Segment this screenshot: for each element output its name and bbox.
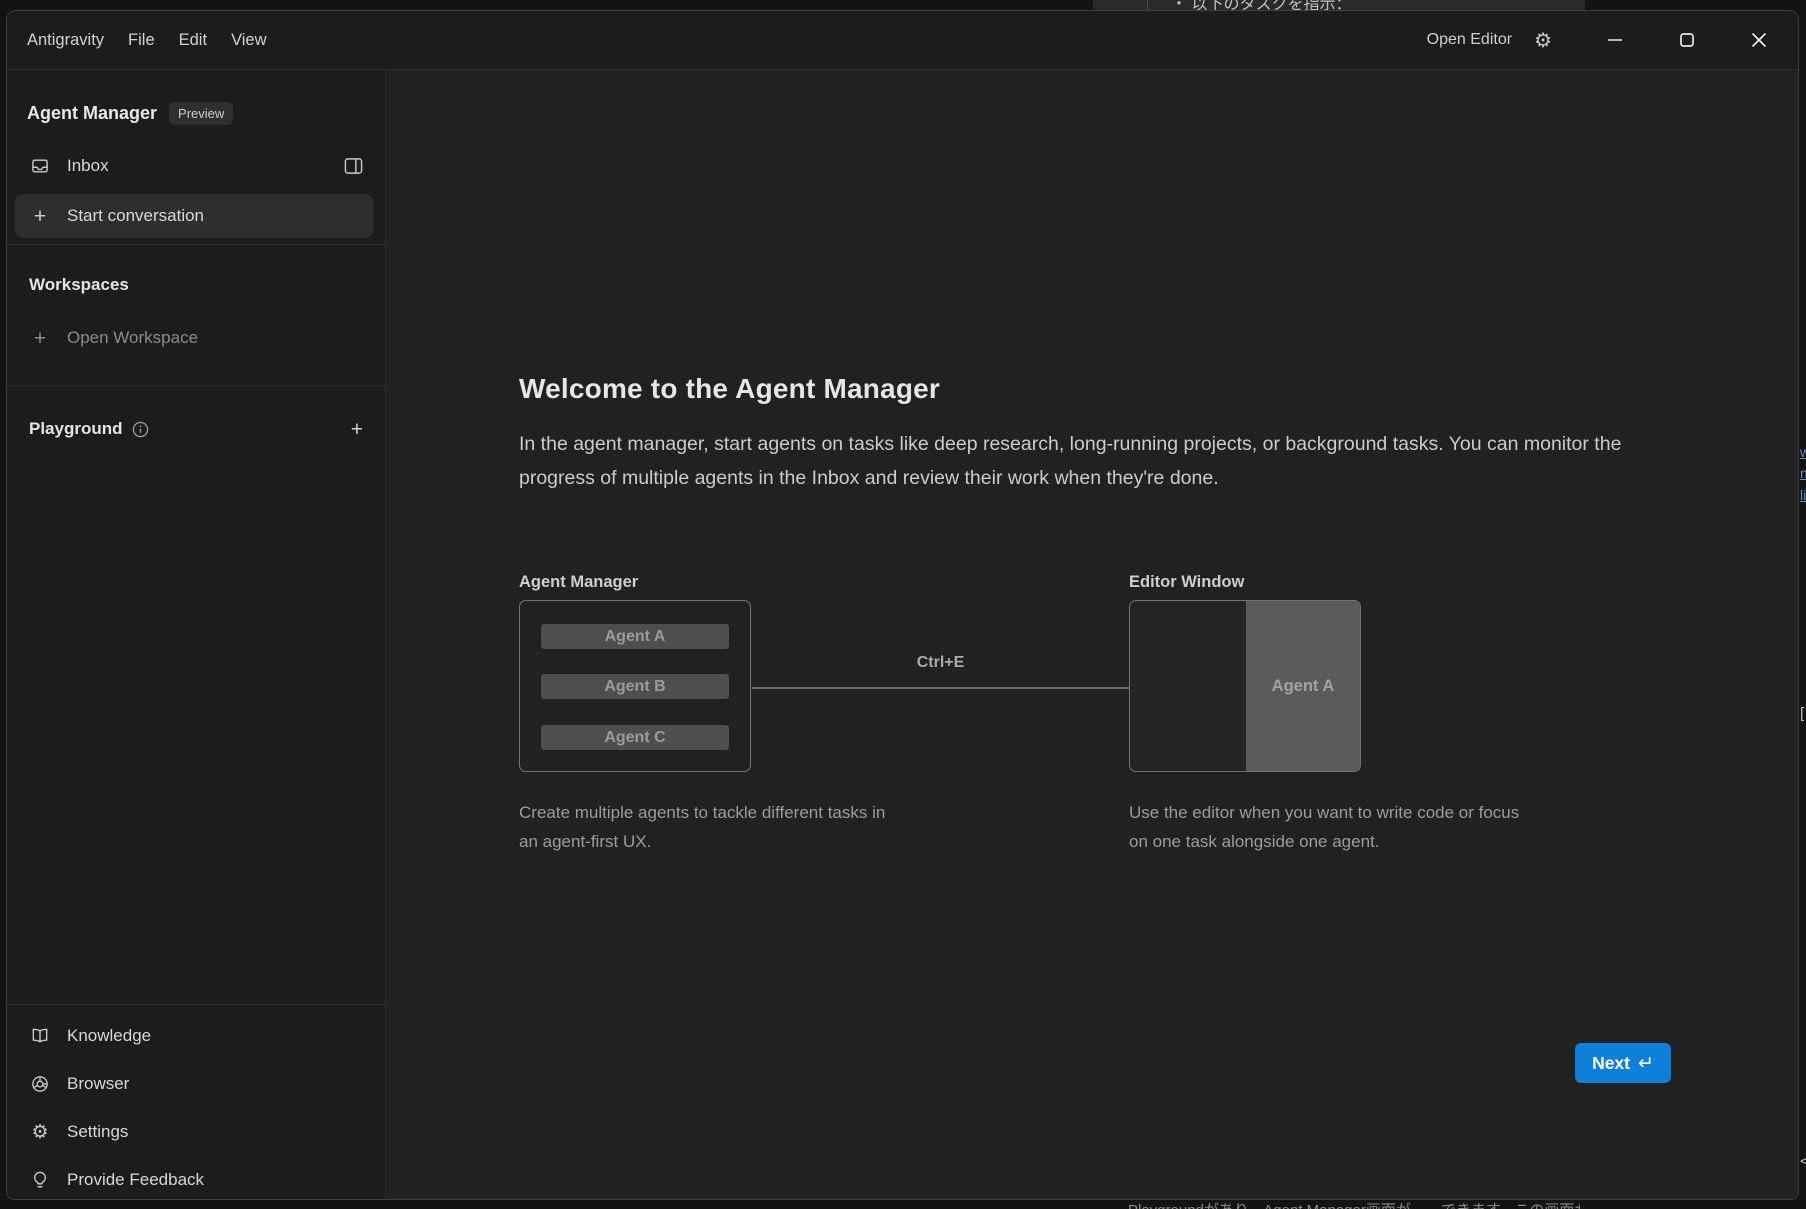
background-text-fragment: [: [1800, 705, 1804, 722]
book-icon: [29, 1026, 51, 1046]
agent-manager-caption: Create multiple agents to tackle differe…: [519, 798, 891, 856]
browser-icon: [29, 1074, 51, 1094]
sidebar-item-browser[interactable]: Browser: [15, 1064, 373, 1104]
diagram-label-editor-window: Editor Window: [1129, 573, 1244, 592]
sidebar-item-label: Inbox: [67, 156, 109, 176]
minimize-button[interactable]: [1592, 20, 1638, 60]
sidebar-item-settings[interactable]: ⚙ Settings: [15, 1112, 373, 1152]
plus-icon: +: [29, 328, 51, 349]
background-link-fragment: li: [1800, 487, 1806, 503]
playground-header: Playground: [29, 419, 123, 439]
return-arrow-icon: ↵: [1638, 1054, 1654, 1073]
sidebar-item-knowledge[interactable]: Knowledge: [15, 1016, 373, 1056]
gear-icon[interactable]: ⚙: [1534, 30, 1552, 50]
inbox-icon: [29, 156, 51, 176]
open-workspace-label: Open Workspace: [67, 328, 198, 348]
menu-antigravity[interactable]: Antigravity: [15, 25, 116, 56]
editor-agent-pane: Agent A: [1246, 601, 1360, 771]
sidebar-divider: [7, 1004, 385, 1005]
menu-file[interactable]: File: [116, 25, 167, 56]
sidebar-item-label: Browser: [67, 1074, 129, 1094]
open-editor-button[interactable]: Open Editor: [1427, 31, 1512, 49]
sidebar-item-provide-feedback[interactable]: Provide Feedback: [15, 1160, 373, 1200]
start-conversation-label: Start conversation: [67, 206, 204, 226]
connector-line: [752, 687, 1129, 689]
preview-badge: Preview: [169, 102, 233, 125]
info-icon[interactable]: [132, 421, 149, 438]
diagram-label-agent-manager: Agent Manager: [519, 573, 638, 592]
next-button-label: Next: [1592, 1053, 1630, 1074]
sidebar-title-row: Agent Manager Preview: [27, 97, 233, 129]
background-bottom-text: Playgroundがあり、Agent Manager画面が……できます。この画…: [1128, 1199, 1580, 1209]
main-content: Welcome to the Agent Manager In the agen…: [387, 71, 1798, 1199]
sidebar-title: Agent Manager: [27, 103, 157, 124]
editor-window-caption: Use the editor when you want to write co…: [1129, 798, 1529, 856]
open-workspace-button[interactable]: + Open Workspace: [15, 318, 373, 358]
sidebar-item-label: Knowledge: [67, 1026, 151, 1046]
maximize-button[interactable]: [1664, 20, 1710, 60]
sidebar-item-label: Provide Feedback: [67, 1170, 204, 1190]
menu-edit[interactable]: Edit: [167, 25, 219, 56]
close-icon: [1751, 32, 1767, 48]
split-panel-icon[interactable]: [344, 157, 363, 175]
next-button[interactable]: Next ↵: [1575, 1043, 1671, 1083]
page-description: In the agent manager, start agents on ta…: [519, 427, 1684, 495]
sidebar-item-inbox[interactable]: Inbox: [15, 146, 373, 186]
background-link-fragment: ne: [1800, 465, 1806, 481]
plus-icon: +: [29, 206, 51, 227]
gear-icon: ⚙: [29, 1123, 51, 1142]
minimize-icon: [1607, 32, 1623, 48]
workspaces-header: Workspaces: [29, 275, 129, 295]
menu-view[interactable]: View: [219, 25, 278, 56]
page-title: Welcome to the Agent Manager: [519, 373, 940, 405]
agent-chip: Agent B: [541, 674, 729, 699]
background-text-fragment: <: [1800, 1153, 1806, 1170]
sidebar-item-label: Settings: [67, 1122, 128, 1142]
agent-chip: Agent C: [541, 725, 729, 750]
sidebar-divider: [7, 244, 385, 245]
agent-chip: Agent A: [541, 624, 729, 649]
maximize-icon: [1679, 32, 1695, 48]
agent-manager-diagram: Agent A Agent B Agent C: [519, 600, 751, 772]
sidebar-divider: [7, 385, 385, 386]
start-conversation-button[interactable]: + Start conversation: [15, 194, 373, 238]
editor-window-diagram: Agent A: [1129, 600, 1361, 772]
antigravity-window: Antigravity File Edit View Open Editor ⚙…: [6, 10, 1799, 1200]
lightbulb-icon: [29, 1170, 51, 1190]
sidebar: Agent Manager Preview Inbox + Start conv…: [7, 70, 386, 1199]
add-playground-button[interactable]: +: [351, 419, 363, 440]
shortcut-label: Ctrl+E: [752, 654, 1129, 672]
playground-section-header: Playground +: [15, 411, 373, 447]
titlebar: Antigravity File Edit View Open Editor ⚙: [7, 11, 1798, 70]
close-button[interactable]: [1736, 20, 1782, 60]
background-link-fragment: wo: [1800, 444, 1806, 460]
